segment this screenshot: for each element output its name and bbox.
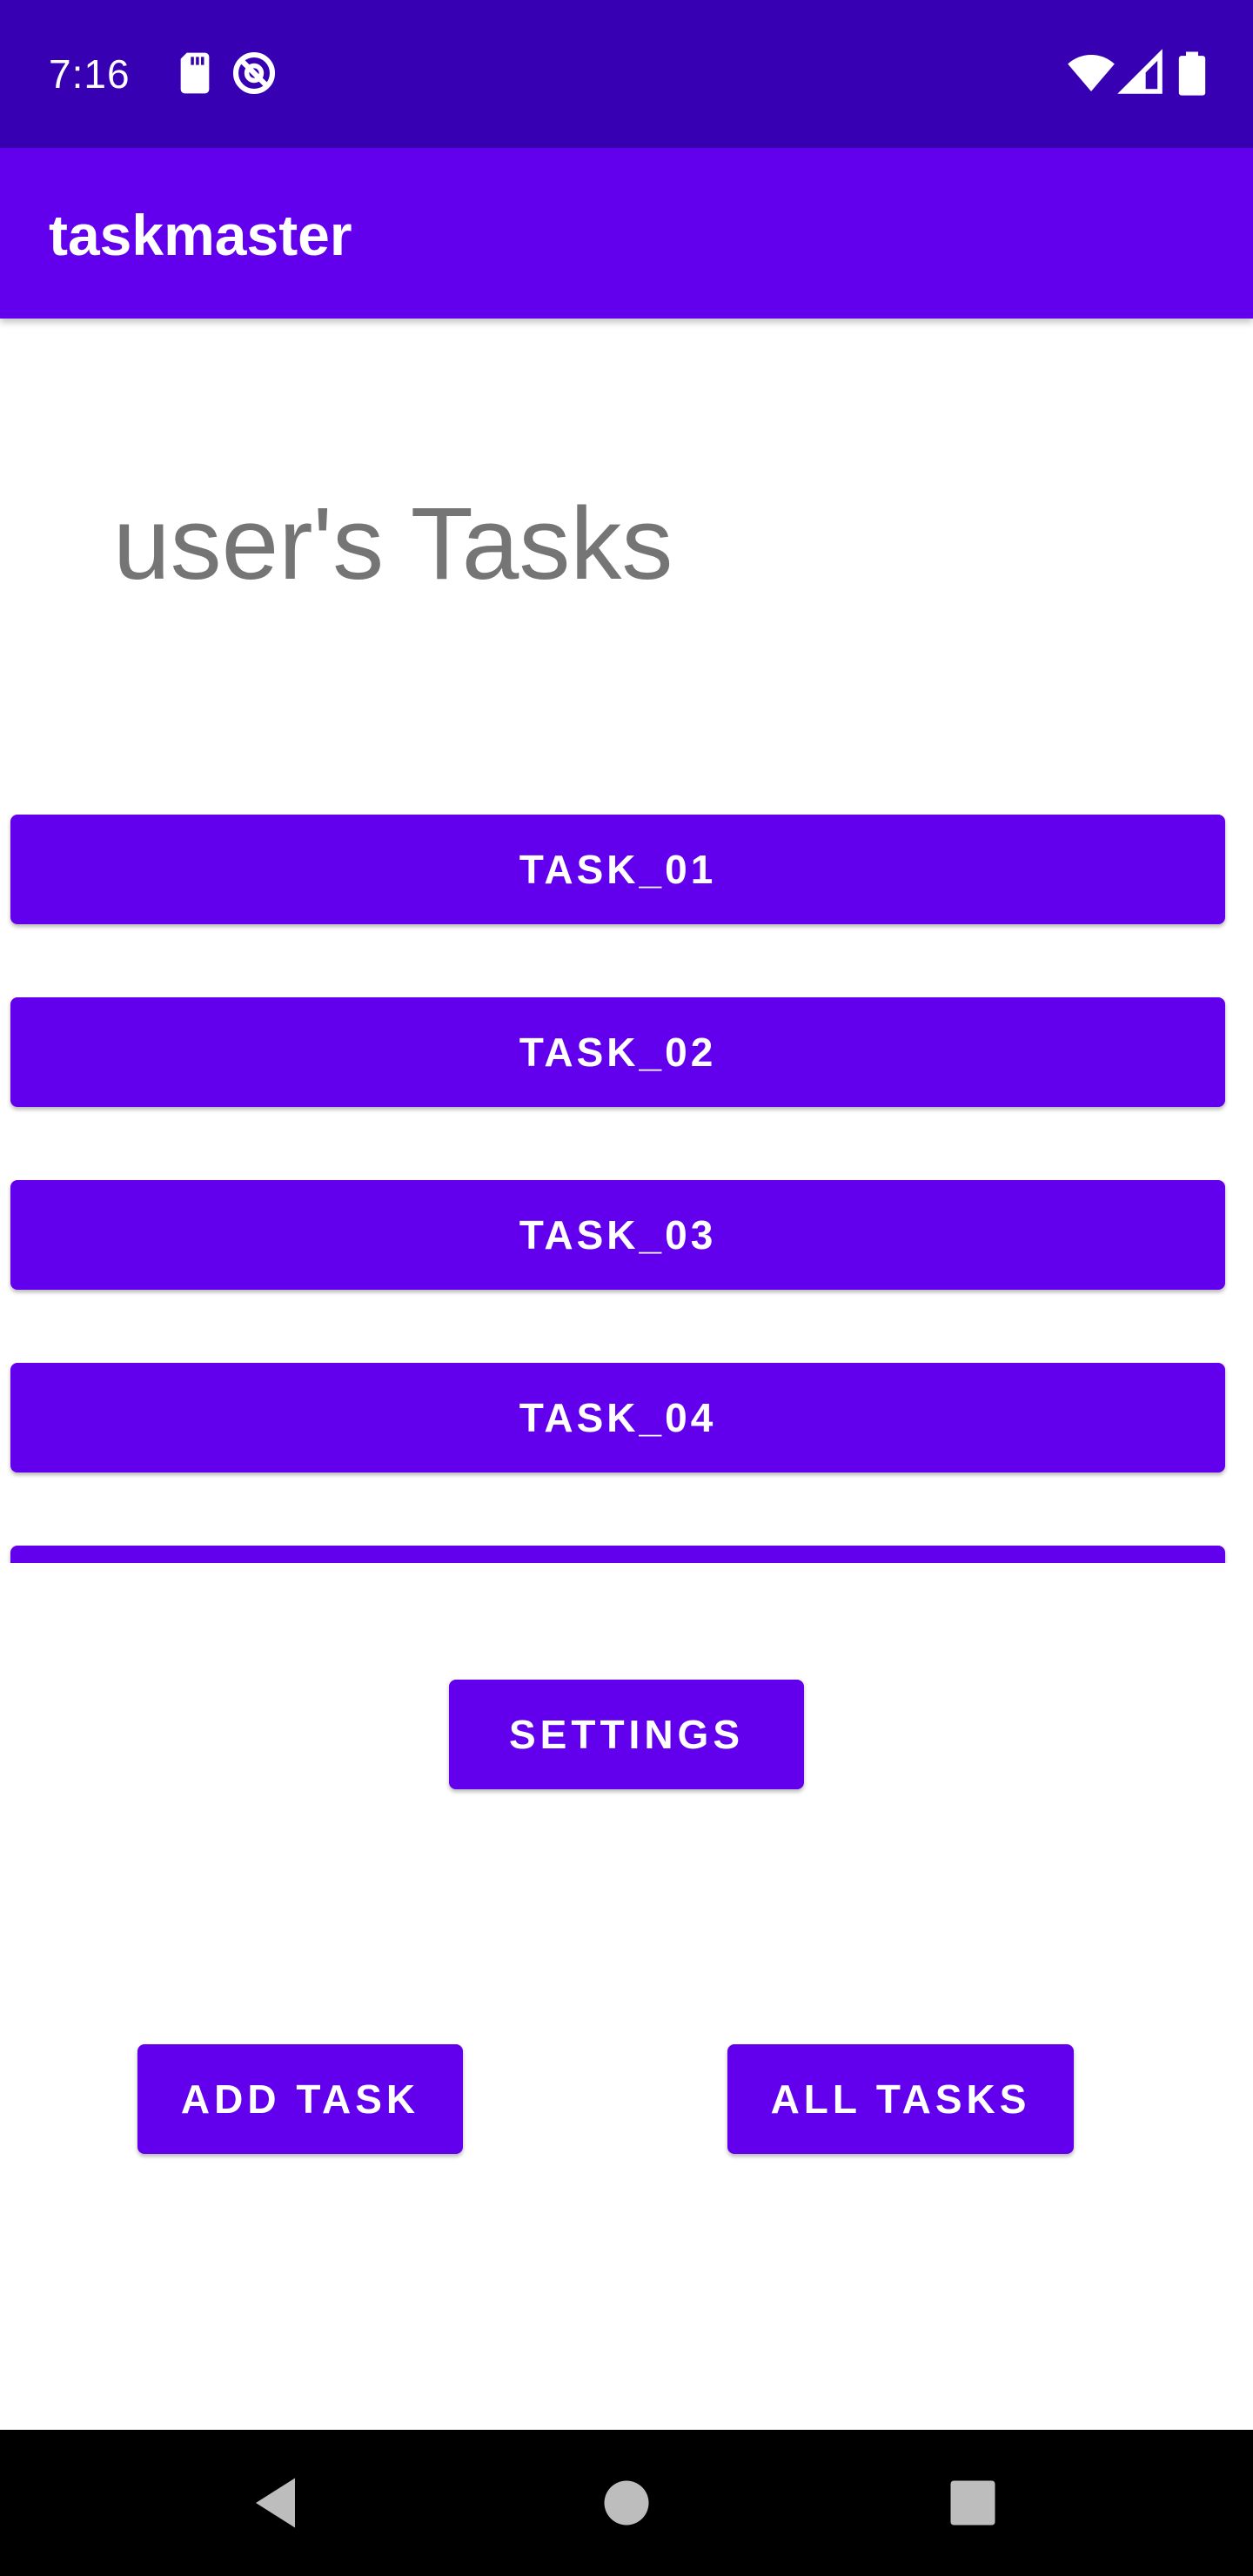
task-button-05[interactable] xyxy=(10,1546,1225,1563)
task-button-03[interactable]: TASK_03 xyxy=(10,1180,1225,1290)
wifi-icon xyxy=(1067,49,1116,97)
back-icon[interactable] xyxy=(245,2472,308,2534)
home-icon[interactable] xyxy=(595,2472,658,2534)
app-title: taskmaster xyxy=(49,203,352,267)
add-task-button[interactable]: ADD TASK xyxy=(137,2044,463,2154)
task-button-04[interactable]: TASK_04 xyxy=(10,1363,1225,1472)
all-tasks-button[interactable]: ALL TASKS xyxy=(727,2044,1074,2154)
recents-icon[interactable] xyxy=(941,2472,1004,2534)
navigation-bar xyxy=(0,2430,1253,2576)
signal-icon xyxy=(1117,49,1166,97)
task-list[interactable]: TASK_01 TASK_02 TASK_03 TASK_04 xyxy=(0,809,1253,1563)
sd-card-icon xyxy=(171,49,219,97)
data-saver-icon xyxy=(230,49,278,97)
settings-button[interactable]: SETTINGS xyxy=(449,1680,804,1789)
task-button-01[interactable]: TASK_01 xyxy=(10,815,1225,924)
task-button-02[interactable]: TASK_02 xyxy=(10,997,1225,1107)
status-time: 7:16 xyxy=(49,51,131,97)
page-heading: user's Tasks xyxy=(113,486,673,601)
app-bar: taskmaster xyxy=(0,148,1253,319)
status-bar: 7:16 xyxy=(0,0,1253,148)
battery-icon xyxy=(1168,49,1216,97)
